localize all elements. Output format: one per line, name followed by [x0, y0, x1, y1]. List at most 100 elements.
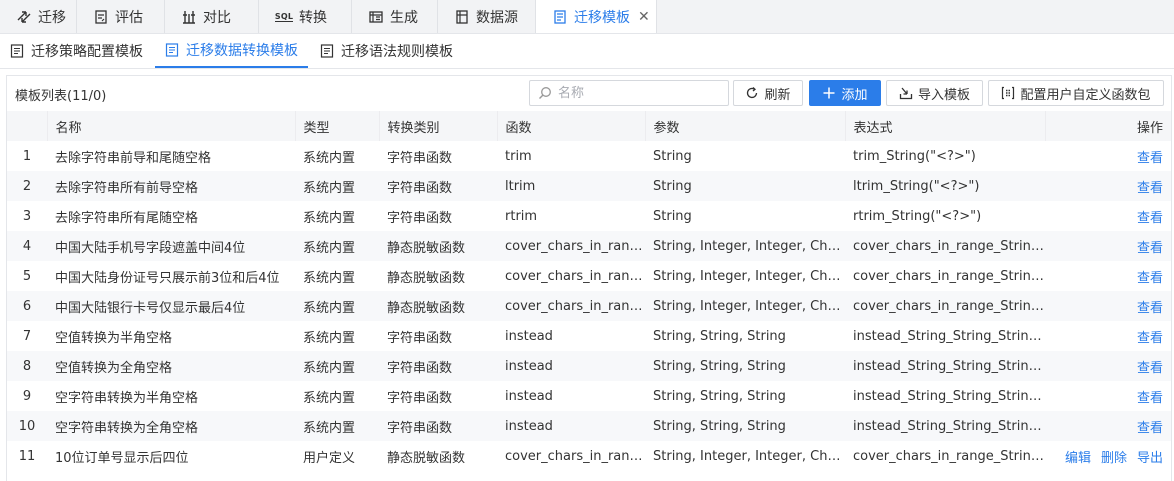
- cell-actions: 查看: [1045, 231, 1171, 261]
- cell-actions: 编辑 删除 导出: [1045, 441, 1171, 471]
- view-link[interactable]: 查看: [1137, 391, 1163, 406]
- search-input[interactable]: [556, 84, 720, 102]
- tab-label: 生成: [390, 9, 418, 26]
- view-link[interactable]: 查看: [1137, 301, 1163, 316]
- table-row[interactable]: 11 10位订单号显示后四位 用户定义 静态脱敏函数 cover_chars_in_ra…: [7, 441, 1171, 471]
- table-row[interactable]: 3 去除字符串所有尾随空格 系统内置 字符串函数 rtrim String rtrim_St…: [7, 201, 1171, 231]
- tab-compare[interactable]: 对比: [165, 0, 259, 33]
- view-link[interactable]: 查看: [1137, 421, 1163, 436]
- cell-type: 系统内置: [303, 150, 356, 166]
- cell-function: rtrim: [505, 208, 538, 224]
- cell-params: String, String, String: [653, 418, 786, 434]
- cell-index: 2: [22, 178, 32, 194]
- column-header-category[interactable]: 转换类别: [379, 111, 498, 141]
- cell-type: 系统内置: [303, 420, 356, 436]
- view-link[interactable]: 查看: [1137, 151, 1163, 166]
- migrate-icon: [16, 9, 32, 25]
- table-row[interactable]: 7 空值转换为半角空格 系统内置 字符串函数 instead String, String…: [7, 321, 1171, 351]
- template-list-panel: 模板列表(11/0) 刷新 添加 导入模板: [6, 75, 1172, 481]
- cell-category: 字符串函数: [387, 180, 453, 196]
- table-row[interactable]: 1 去除字符串前导和尾随空格 系统内置 字符串函数 trim String trim_Str…: [7, 141, 1171, 171]
- cell-params: String, Integer, Integer, Chara…: [653, 448, 845, 464]
- column-header-actions: 操作: [1136, 120, 1163, 136]
- column-header-expression[interactable]: 表达式: [845, 111, 1046, 141]
- cell-index: 1: [22, 148, 32, 164]
- refresh-button[interactable]: 刷新: [733, 80, 803, 106]
- cell-type: 系统内置: [303, 330, 356, 346]
- cell-actions: 查看: [1045, 291, 1171, 321]
- column-header-name[interactable]: 名称: [47, 111, 296, 141]
- cell-category: 字符串函数: [387, 360, 453, 376]
- search-box[interactable]: [529, 80, 729, 106]
- cell-name: 去除字符串所有尾随空格: [55, 210, 199, 226]
- cell-index: 10: [18, 418, 36, 434]
- refresh-icon: [745, 86, 759, 100]
- cell-type: 用户定义: [303, 450, 356, 466]
- cell-category: 字符串函数: [387, 390, 453, 406]
- table-row[interactable]: 9 空字符串转换为半角空格 系统内置 字符串函数 instead String, Stri…: [7, 381, 1171, 411]
- table-row[interactable]: 10 空字符串转换为全角空格 系统内置 字符串函数 instead String, Str…: [7, 411, 1171, 441]
- cell-name: 空字符串转换为半角空格: [55, 390, 199, 406]
- generate-icon: [368, 9, 384, 25]
- table-row[interactable]: 5 中国大陆身份证号只展示前3位和后4位 系统内置 静态脱敏函数 cover_chars…: [7, 261, 1171, 291]
- cell-category: 字符串函数: [387, 210, 453, 226]
- edit-link[interactable]: 编辑: [1065, 451, 1091, 466]
- view-link[interactable]: 查看: [1137, 241, 1163, 256]
- cell-index: 7: [22, 328, 32, 344]
- tab-label: 数据源: [476, 9, 518, 26]
- tab-generate[interactable]: 生成: [352, 0, 438, 33]
- cell-index: 3: [22, 208, 32, 224]
- cell-type: 系统内置: [303, 360, 356, 376]
- config-udf-package-button[interactable]: 配置用户自定义函数包: [988, 80, 1164, 106]
- view-link[interactable]: 查看: [1137, 211, 1163, 226]
- cell-expression: instead_String_String_String(…: [853, 358, 1045, 374]
- view-link[interactable]: 查看: [1137, 331, 1163, 346]
- cell-expression: rtrim_String("<?>"): [853, 208, 982, 224]
- view-link[interactable]: 查看: [1137, 181, 1163, 196]
- cell-actions: 查看: [1045, 261, 1171, 291]
- cell-function: cover_chars_in_range: [505, 298, 645, 314]
- cell-expression: cover_chars_in_range_String…: [853, 298, 1045, 314]
- table-row[interactable]: 6 中国大陆银行卡号仅显示最后4位 系统内置 静态脱敏函数 cover_chars_in…: [7, 291, 1171, 321]
- cell-name: 空值转换为半角空格: [55, 330, 173, 346]
- table-row[interactable]: 8 空值转换为全角空格 系统内置 字符串函数 instead String, String…: [7, 351, 1171, 381]
- cell-function: trim: [505, 148, 532, 164]
- subtab-strategy-template[interactable]: 迁移策略配置模板: [0, 34, 153, 68]
- cell-function: instead: [505, 358, 553, 374]
- close-icon[interactable]: ✕: [638, 9, 650, 25]
- table-row[interactable]: 4 中国大陆手机号字段遮盖中间4位 系统内置 静态脱敏函数 cover_chars_in…: [7, 231, 1171, 261]
- cell-expression: trim_String("<?>"): [853, 148, 976, 164]
- import-icon: [899, 86, 913, 100]
- cell-expression: cover_chars_in_range_String…: [853, 238, 1045, 254]
- table-row[interactable]: 2 去除字符串所有前导空格 系统内置 字符串函数 ltrim String ltrim_St…: [7, 171, 1171, 201]
- subtab-data-conversion-template[interactable]: 迁移数据转换模板: [155, 34, 308, 68]
- compare-icon: [181, 9, 197, 25]
- template-sub-tabs: 迁移策略配置模板 迁移数据转换模板 迁移语法规则模板: [0, 34, 1174, 69]
- subtab-syntax-rule-template[interactable]: 迁移语法规则模板: [310, 34, 463, 68]
- view-link[interactable]: 查看: [1137, 271, 1163, 286]
- tab-migrate[interactable]: 迁移: [0, 0, 77, 33]
- column-header-type[interactable]: 类型: [295, 111, 380, 141]
- cell-category: 字符串函数: [387, 330, 453, 346]
- cell-function: cover_chars_in_range: [505, 268, 645, 284]
- cell-function: cover_chars_in_range: [505, 238, 645, 254]
- template-icon: [320, 44, 334, 58]
- subtab-label: 迁移语法规则模板: [341, 44, 453, 60]
- tab-datasource[interactable]: 数据源: [438, 0, 536, 33]
- delete-link[interactable]: 删除: [1101, 451, 1127, 466]
- cell-name: 空字符串转换为全角空格: [55, 420, 199, 436]
- column-header-function[interactable]: 函数: [497, 111, 646, 141]
- cell-category: 字符串函数: [387, 150, 453, 166]
- tab-migration-template[interactable]: 迁移模板 ✕: [536, 0, 657, 33]
- tab-convert[interactable]: SQL 转换: [259, 0, 352, 33]
- cell-category: 字符串函数: [387, 420, 453, 436]
- template-icon: [10, 44, 24, 58]
- import-template-button[interactable]: 导入模板: [886, 80, 983, 106]
- export-link[interactable]: 导出: [1137, 451, 1163, 466]
- column-header-params[interactable]: 参数: [645, 111, 846, 141]
- tab-evaluate[interactable]: 评估: [77, 0, 165, 33]
- cell-category: 静态脱敏函数: [387, 450, 466, 466]
- view-link[interactable]: 查看: [1137, 361, 1163, 376]
- add-button[interactable]: 添加: [809, 80, 881, 106]
- cell-index: 5: [22, 268, 32, 284]
